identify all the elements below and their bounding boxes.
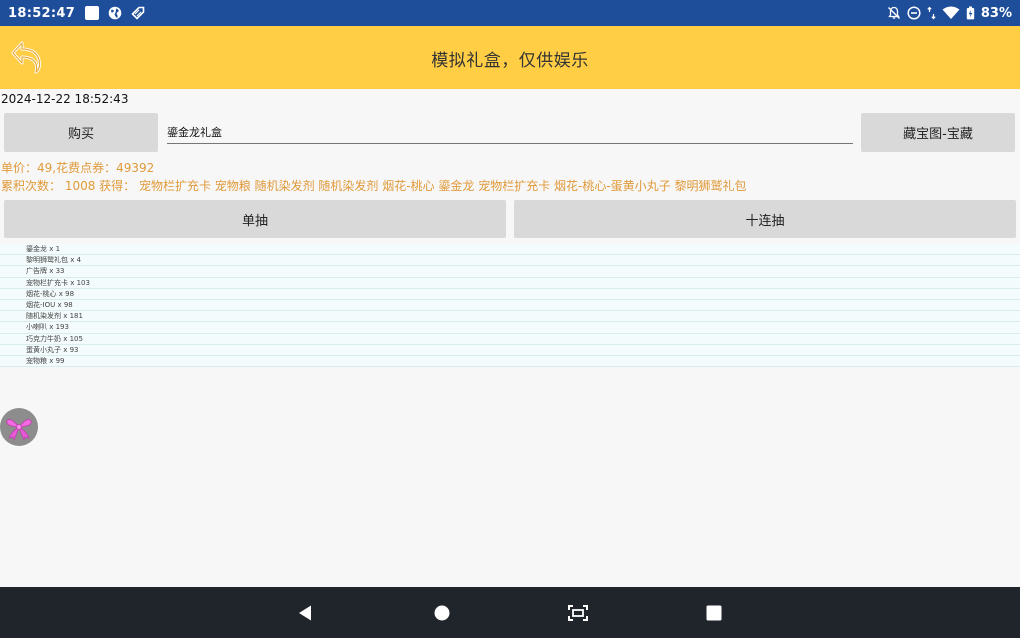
list-item: 广告牌 x 33 — [0, 266, 1020, 278]
result-list: 鎏金龙 x 1 黎明狮鹫礼包 x 4 广告牌 x 33 宠物栏扩充卡 x 103… — [0, 244, 1020, 368]
list-item: 烟花-桃心 x 98 — [0, 288, 1020, 300]
status-time: 18:52:47 — [8, 5, 76, 21]
ribbon-icon — [6, 419, 32, 442]
battery-percent: 83% — [980, 5, 1012, 21]
list-item: 巧克力牛奶 x 105 — [0, 333, 1020, 345]
single-draw-button[interactable]: 单抽 — [4, 200, 506, 238]
page-title: 模拟礼盒，仅供娱乐 — [431, 51, 589, 71]
square-recents-icon — [706, 605, 722, 621]
dnd-icon — [907, 6, 921, 20]
list-item: 鎏金龙 x 1 — [0, 244, 1020, 256]
notification-square-icon — [85, 6, 100, 20]
nav-back-button[interactable] — [292, 600, 318, 626]
tag-icon — [131, 6, 145, 20]
wifi-icon — [942, 6, 960, 19]
gift-box-input[interactable] — [167, 120, 853, 144]
list-item: 随机染发剂 x 181 — [0, 311, 1020, 323]
nav-recents-button[interactable] — [701, 600, 727, 626]
floating-ball-button[interactable] — [0, 408, 38, 446]
nav-screenshot-button[interactable] — [565, 600, 591, 626]
nav-home-button[interactable] — [429, 600, 455, 626]
data-arrows-icon — [927, 6, 936, 20]
status-bar: 18:52:47 83% — [0, 0, 1020, 26]
list-item: 蛋黄小丸子 x 93 — [0, 344, 1020, 356]
ten-draw-button[interactable]: 十连抽 — [514, 200, 1016, 238]
triangle-back-icon — [299, 605, 311, 621]
draw-count-info: 累积次数： 1008 获得： 宠物栏扩充卡 宠物粮 随机染发剂 随机染发剂 烟花… — [1, 179, 747, 193]
globe-icon — [108, 6, 122, 20]
list-item: 宠物栏扩充卡 x 103 — [0, 277, 1020, 289]
bell-off-icon — [887, 6, 900, 19]
battery-icon — [966, 6, 975, 20]
treasure-map-button[interactable]: 藏宝图-宝藏 — [861, 113, 1015, 152]
timestamp: 2024-12-22 18:52:43 — [1, 92, 129, 106]
status-right-icons: 83% — [887, 0, 1012, 26]
list-item: 烟花-IOU x 98 — [0, 299, 1020, 312]
price-info: 单价：49,花费点券：49392 — [1, 161, 155, 175]
screenshot-icon — [568, 605, 588, 621]
list-item: 黎明狮鹫礼包 x 4 — [0, 255, 1020, 267]
circle-home-icon — [434, 605, 450, 621]
navigation-bar — [0, 587, 1020, 638]
status-left-icons — [85, 6, 145, 20]
buy-button[interactable]: 购买 — [4, 113, 158, 152]
app-bar: 模拟礼盒，仅供娱乐 — [0, 26, 1020, 89]
list-item: 宠物粮 x 99 — [0, 355, 1020, 368]
list-item: 小喇叭 x 193 — [0, 322, 1020, 334]
